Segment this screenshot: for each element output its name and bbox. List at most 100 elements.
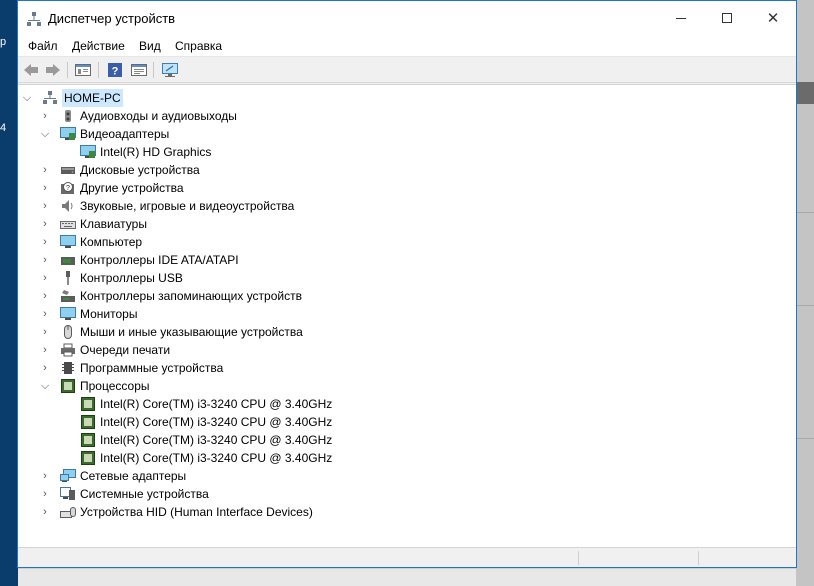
tree-category[interactable]: › Дисковые устройства bbox=[40, 161, 440, 179]
chevron-right-icon[interactable]: › bbox=[40, 161, 50, 179]
toolbar: ? bbox=[18, 58, 796, 83]
close-button[interactable]: ✕ bbox=[750, 1, 796, 35]
chevron-right-icon[interactable]: › bbox=[40, 179, 50, 197]
chevron-down-icon[interactable]: ⌵ bbox=[40, 377, 50, 395]
category-label: Видеоадаптеры bbox=[80, 127, 170, 141]
ide-controller-icon bbox=[61, 257, 75, 265]
chevron-right-icon[interactable]: › bbox=[40, 341, 50, 359]
processor-icon bbox=[81, 415, 95, 429]
display-adapter-icon bbox=[60, 127, 76, 140]
device-item[interactable]: Intel(R) Core(TM) i3-3240 CPU @ 3.40GHz bbox=[80, 413, 480, 431]
tree-category[interactable]: › Контроллеры USB bbox=[40, 269, 440, 287]
category-label: Контроллеры IDE ATA/ATAPI bbox=[80, 253, 239, 267]
properties-icon[interactable] bbox=[130, 62, 148, 78]
scan-hardware-icon[interactable] bbox=[161, 62, 179, 78]
computer-icon bbox=[60, 235, 76, 248]
tree-category[interactable]: › Программные устройства bbox=[40, 359, 440, 377]
tree-category[interactable]: › Сетевые адаптеры bbox=[40, 467, 440, 485]
desktop-text-2: 4 bbox=[0, 122, 7, 134]
menu-action[interactable]: Действие bbox=[72, 39, 125, 53]
help-icon[interactable]: ? bbox=[106, 62, 124, 78]
desktop-text-1: р bbox=[0, 36, 7, 48]
chevron-down-icon[interactable]: ⌵ bbox=[40, 125, 50, 143]
minimize-icon bbox=[676, 17, 686, 19]
device-manager-app-icon bbox=[27, 12, 41, 26]
tree-category[interactable]: ⌵ Процессоры bbox=[40, 377, 440, 395]
chevron-right-icon[interactable]: › bbox=[40, 107, 50, 125]
device-item[interactable]: Intel(R) HD Graphics bbox=[80, 143, 480, 161]
tree-category[interactable]: › Очереди печати bbox=[40, 341, 440, 359]
menu-view[interactable]: Вид bbox=[139, 39, 161, 53]
tree-category[interactable]: ⌵ Видеоадаптеры bbox=[40, 125, 440, 143]
audio-io-icon bbox=[65, 110, 71, 122]
back-icon[interactable] bbox=[22, 62, 40, 78]
mouse-icon bbox=[64, 325, 72, 339]
status-bar bbox=[18, 549, 796, 567]
minimize-button[interactable] bbox=[658, 1, 704, 35]
tree-root[interactable]: ⌵ HOME-PC bbox=[22, 89, 222, 107]
processor-icon bbox=[81, 397, 95, 411]
background-window-strip bbox=[796, 0, 814, 586]
tree-category[interactable]: › Аудиовходы и аудиовыходы bbox=[40, 107, 440, 125]
system-devices-icon bbox=[60, 487, 75, 500]
chevron-right-icon[interactable]: › bbox=[40, 467, 50, 485]
disk-drive-icon bbox=[61, 167, 75, 174]
device-item[interactable]: Intel(R) Core(TM) i3-3240 CPU @ 3.40GHz bbox=[80, 431, 480, 449]
category-label: Аудиовходы и аудиовыходы bbox=[80, 109, 237, 123]
chevron-right-icon[interactable]: › bbox=[40, 269, 50, 287]
tree-category[interactable]: › Контроллеры IDE ATA/ATAPI bbox=[40, 251, 440, 269]
tree-category[interactable]: › Устройства HID (Human Interface Device… bbox=[40, 503, 440, 521]
tree-category[interactable]: › Мыши и иные указывающие устройства bbox=[40, 323, 440, 341]
chevron-right-icon[interactable]: › bbox=[40, 485, 50, 503]
svg-text:?: ? bbox=[66, 185, 70, 192]
chevron-right-icon[interactable]: › bbox=[40, 251, 50, 269]
tree-category[interactable]: › Системные устройства bbox=[40, 485, 440, 503]
chevron-right-icon[interactable]: › bbox=[40, 305, 50, 323]
hid-icon bbox=[60, 507, 76, 518]
chevron-down-icon[interactable]: ⌵ bbox=[22, 89, 32, 107]
tree-category[interactable]: › ? Другие устройства bbox=[40, 179, 440, 197]
menu-file[interactable]: Файл bbox=[28, 39, 58, 53]
computer-root-icon bbox=[43, 91, 57, 104]
forward-icon[interactable] bbox=[44, 62, 62, 78]
category-label: Программные устройства bbox=[80, 361, 224, 375]
device-label: Intel(R) Core(TM) i3-3240 CPU @ 3.40GHz bbox=[100, 397, 333, 411]
tree-category[interactable]: › Контроллеры запоминающих устройств bbox=[40, 287, 440, 305]
chevron-right-icon[interactable]: › bbox=[40, 359, 50, 377]
usb-icon bbox=[66, 271, 70, 285]
tree-category[interactable]: › Клавиатуры bbox=[40, 215, 440, 233]
processor-icon bbox=[81, 433, 95, 447]
category-label: Процессоры bbox=[80, 379, 150, 393]
device-label: Intel(R) Core(TM) i3-3240 CPU @ 3.40GHz bbox=[100, 451, 333, 465]
category-label: Системные устройства bbox=[80, 487, 209, 501]
category-label: Дисковые устройства bbox=[80, 163, 200, 177]
chevron-right-icon[interactable]: › bbox=[40, 503, 50, 521]
maximize-icon bbox=[722, 13, 732, 23]
category-label: Контроллеры USB bbox=[80, 271, 183, 285]
tree-root-label: HOME-PC bbox=[62, 89, 123, 107]
category-label: Контроллеры запоминающих устройств bbox=[80, 289, 302, 303]
menu-help[interactable]: Справка bbox=[175, 39, 222, 53]
device-item[interactable]: Intel(R) Core(TM) i3-3240 CPU @ 3.40GHz bbox=[80, 449, 480, 467]
title-bar[interactable]: Диспетчер устройств ✕ bbox=[18, 1, 796, 35]
maximize-button[interactable] bbox=[704, 1, 750, 35]
tree-category[interactable]: › Звуковые, игровые и видеоустройства bbox=[40, 197, 440, 215]
category-label: Очереди печати bbox=[80, 343, 171, 357]
device-item[interactable]: Intel(R) Core(TM) i3-3240 CPU @ 3.40GHz bbox=[80, 395, 480, 413]
other-devices-icon: ? bbox=[61, 182, 74, 194]
tree-category[interactable]: › Мониторы bbox=[40, 305, 440, 323]
chevron-right-icon[interactable]: › bbox=[40, 215, 50, 233]
chevron-right-icon[interactable]: › bbox=[40, 197, 50, 215]
device-label: Intel(R) HD Graphics bbox=[100, 145, 212, 159]
software-device-icon bbox=[62, 362, 74, 374]
chevron-right-icon[interactable]: › bbox=[40, 287, 50, 305]
device-tree: ⌵ HOME-PC › Аудиовходы и аудиовыходы ⌵ В… bbox=[18, 84, 796, 548]
category-label: Компьютер bbox=[80, 235, 143, 249]
category-label: Другие устройства bbox=[80, 181, 184, 195]
show-hide-tree-icon[interactable] bbox=[74, 62, 92, 78]
chevron-right-icon[interactable]: › bbox=[40, 323, 50, 341]
display-adapter-icon bbox=[80, 145, 96, 158]
background-window-bottom bbox=[18, 568, 796, 586]
chevron-right-icon[interactable]: › bbox=[40, 233, 50, 251]
tree-category[interactable]: › Компьютер bbox=[40, 233, 440, 251]
